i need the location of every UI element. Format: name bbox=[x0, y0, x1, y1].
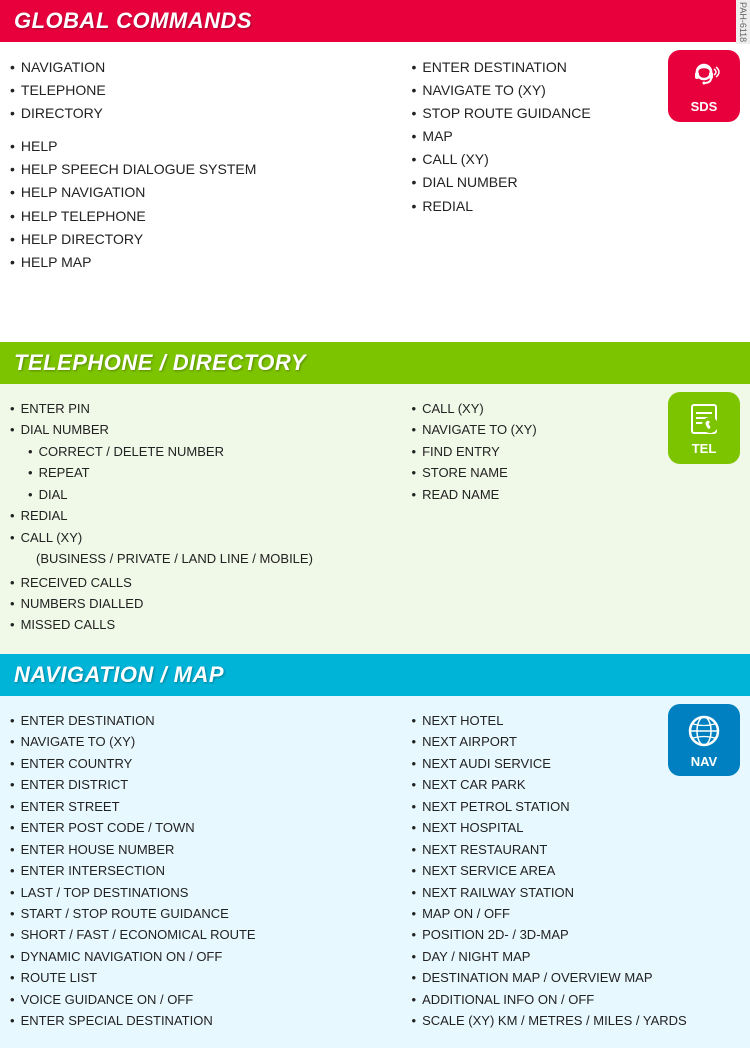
list-item: MAP bbox=[412, 125, 741, 148]
list-item-sub: DIAL bbox=[10, 484, 402, 505]
list-item: STORE NAME bbox=[412, 462, 741, 483]
list-item: TELEPHONE bbox=[10, 79, 402, 102]
list-item: NEXT RESTAURANT bbox=[412, 839, 741, 860]
list-item-sub: REPEAT bbox=[10, 462, 402, 483]
list-item: NUMBERS DIALLED bbox=[10, 593, 402, 614]
list-spacer bbox=[10, 125, 402, 135]
list-item: NEXT CAR PARK bbox=[412, 774, 741, 795]
list-item: HELP NAVIGATION bbox=[10, 181, 402, 204]
section-telephone: TELEPHONE / DIRECTORY TEL ENTER PIN DIAL… bbox=[0, 342, 750, 654]
list-item: HELP bbox=[10, 135, 402, 158]
navigation-left-list: ENTER DESTINATION NAVIGATE TO (XY) ENTER… bbox=[10, 710, 402, 1032]
telephone-content: ENTER PIN DIAL NUMBER CORRECT / DELETE N… bbox=[10, 398, 740, 636]
list-item: DESTINATION MAP / OVERVIEW MAP bbox=[412, 967, 741, 988]
navigation-header: NAVIGATION / MAP bbox=[0, 654, 750, 696]
list-item: MAP ON / OFF bbox=[412, 903, 741, 924]
list-item: DIAL NUMBER bbox=[10, 419, 402, 440]
global-header: GLOBAL COMMANDS bbox=[0, 0, 750, 42]
list-item: RECEIVED CALLS bbox=[10, 572, 402, 593]
list-item: LAST / TOP DESTINATIONS bbox=[10, 882, 402, 903]
list-item: VOICE GUIDANCE ON / OFF bbox=[10, 989, 402, 1010]
page-id: PAH-6118 bbox=[736, 0, 750, 44]
list-item: ENTER HOUSE NUMBER bbox=[10, 839, 402, 860]
global-content: NAVIGATION TELEPHONE DIRECTORY HELP HELP… bbox=[10, 56, 740, 274]
list-item: DIRECTORY bbox=[10, 102, 402, 125]
list-item: DAY / NIGHT MAP bbox=[412, 946, 741, 967]
list-item: ENTER SPECIAL DESTINATION bbox=[10, 1010, 402, 1031]
list-item: POSITION 2D- / 3D-MAP bbox=[412, 924, 741, 945]
section-navigation: NAVIGATION / MAP NAV ENTER DESTINATION N… bbox=[0, 654, 750, 1048]
tel-label: TEL bbox=[692, 441, 717, 456]
list-item: CALL (XY) bbox=[412, 148, 741, 171]
list-item: DIAL NUMBER bbox=[412, 171, 741, 194]
list-item: NEXT RAILWAY STATION bbox=[412, 882, 741, 903]
list-item: ENTER DISTRICT bbox=[10, 774, 402, 795]
list-item: MISSED CALLS bbox=[10, 614, 402, 635]
list-item: ENTER INTERSECTION bbox=[10, 860, 402, 881]
global-left-list: NAVIGATION TELEPHONE DIRECTORY HELP HELP… bbox=[10, 56, 402, 274]
nav-icon-badge: NAV bbox=[668, 704, 740, 776]
list-item: SCALE (XY) KM / METRES / MILES / YARDS bbox=[412, 1010, 741, 1031]
list-item: ADDITIONAL INFO ON / OFF bbox=[412, 989, 741, 1010]
tel-icon-badge: TEL bbox=[668, 392, 740, 464]
sds-icon bbox=[686, 59, 722, 95]
list-item: ROUTE LIST bbox=[10, 967, 402, 988]
list-item: ENTER STREET bbox=[10, 796, 402, 817]
list-item: ENTER POST CODE / TOWN bbox=[10, 817, 402, 838]
global-left-col: NAVIGATION TELEPHONE DIRECTORY HELP HELP… bbox=[10, 56, 412, 274]
list-item: SHORT / FAST / ECONOMICAL ROUTE bbox=[10, 924, 402, 945]
list-item: HELP MAP bbox=[10, 251, 402, 274]
telephone-left-col: ENTER PIN DIAL NUMBER CORRECT / DELETE N… bbox=[10, 398, 412, 636]
list-item: REDIAL bbox=[10, 505, 402, 526]
telephone-left-list-2: RECEIVED CALLS NUMBERS DIALLED MISSED CA… bbox=[10, 572, 402, 636]
telephone-left-list: ENTER PIN DIAL NUMBER CORRECT / DELETE N… bbox=[10, 398, 402, 548]
nav-icon bbox=[685, 712, 723, 750]
list-item-sub: CORRECT / DELETE NUMBER bbox=[10, 441, 402, 462]
list-item: CALL (XY) bbox=[10, 527, 402, 548]
list-item: HELP SPEECH DIALOGUE SYSTEM bbox=[10, 158, 402, 181]
list-item: ENTER DESTINATION bbox=[10, 710, 402, 731]
list-item: READ NAME bbox=[412, 484, 741, 505]
list-item: HELP DIRECTORY bbox=[10, 228, 402, 251]
list-item: ENTER COUNTRY bbox=[10, 753, 402, 774]
sds-icon-badge: SDS bbox=[668, 50, 740, 122]
list-item: NEXT HOSPITAL bbox=[412, 817, 741, 838]
list-item: NEXT PETROL STATION bbox=[412, 796, 741, 817]
sds-label: SDS bbox=[691, 99, 718, 114]
navigation-content: ENTER DESTINATION NAVIGATE TO (XY) ENTER… bbox=[10, 710, 740, 1032]
list-item: REDIAL bbox=[412, 195, 741, 218]
list-item: DYNAMIC NAVIGATION ON / OFF bbox=[10, 946, 402, 967]
list-item: START / STOP ROUTE GUIDANCE bbox=[10, 903, 402, 924]
tel-icon bbox=[686, 401, 722, 437]
list-item: NAVIGATE TO (XY) bbox=[10, 731, 402, 752]
list-item: NAVIGATION bbox=[10, 56, 402, 79]
navigation-left-col: ENTER DESTINATION NAVIGATE TO (XY) ENTER… bbox=[10, 710, 412, 1032]
list-item: NEXT SERVICE AREA bbox=[412, 860, 741, 881]
nav-label: NAV bbox=[691, 754, 717, 769]
list-item: ENTER PIN bbox=[10, 398, 402, 419]
telephone-header: TELEPHONE / DIRECTORY bbox=[0, 342, 750, 384]
section-global: GLOBAL COMMANDS SDS NAVIGATION bbox=[0, 0, 750, 342]
list-item: HELP TELEPHONE bbox=[10, 205, 402, 228]
call-continuation: (BUSINESS / PRIVATE / LAND LINE / MOBILE… bbox=[10, 548, 402, 569]
